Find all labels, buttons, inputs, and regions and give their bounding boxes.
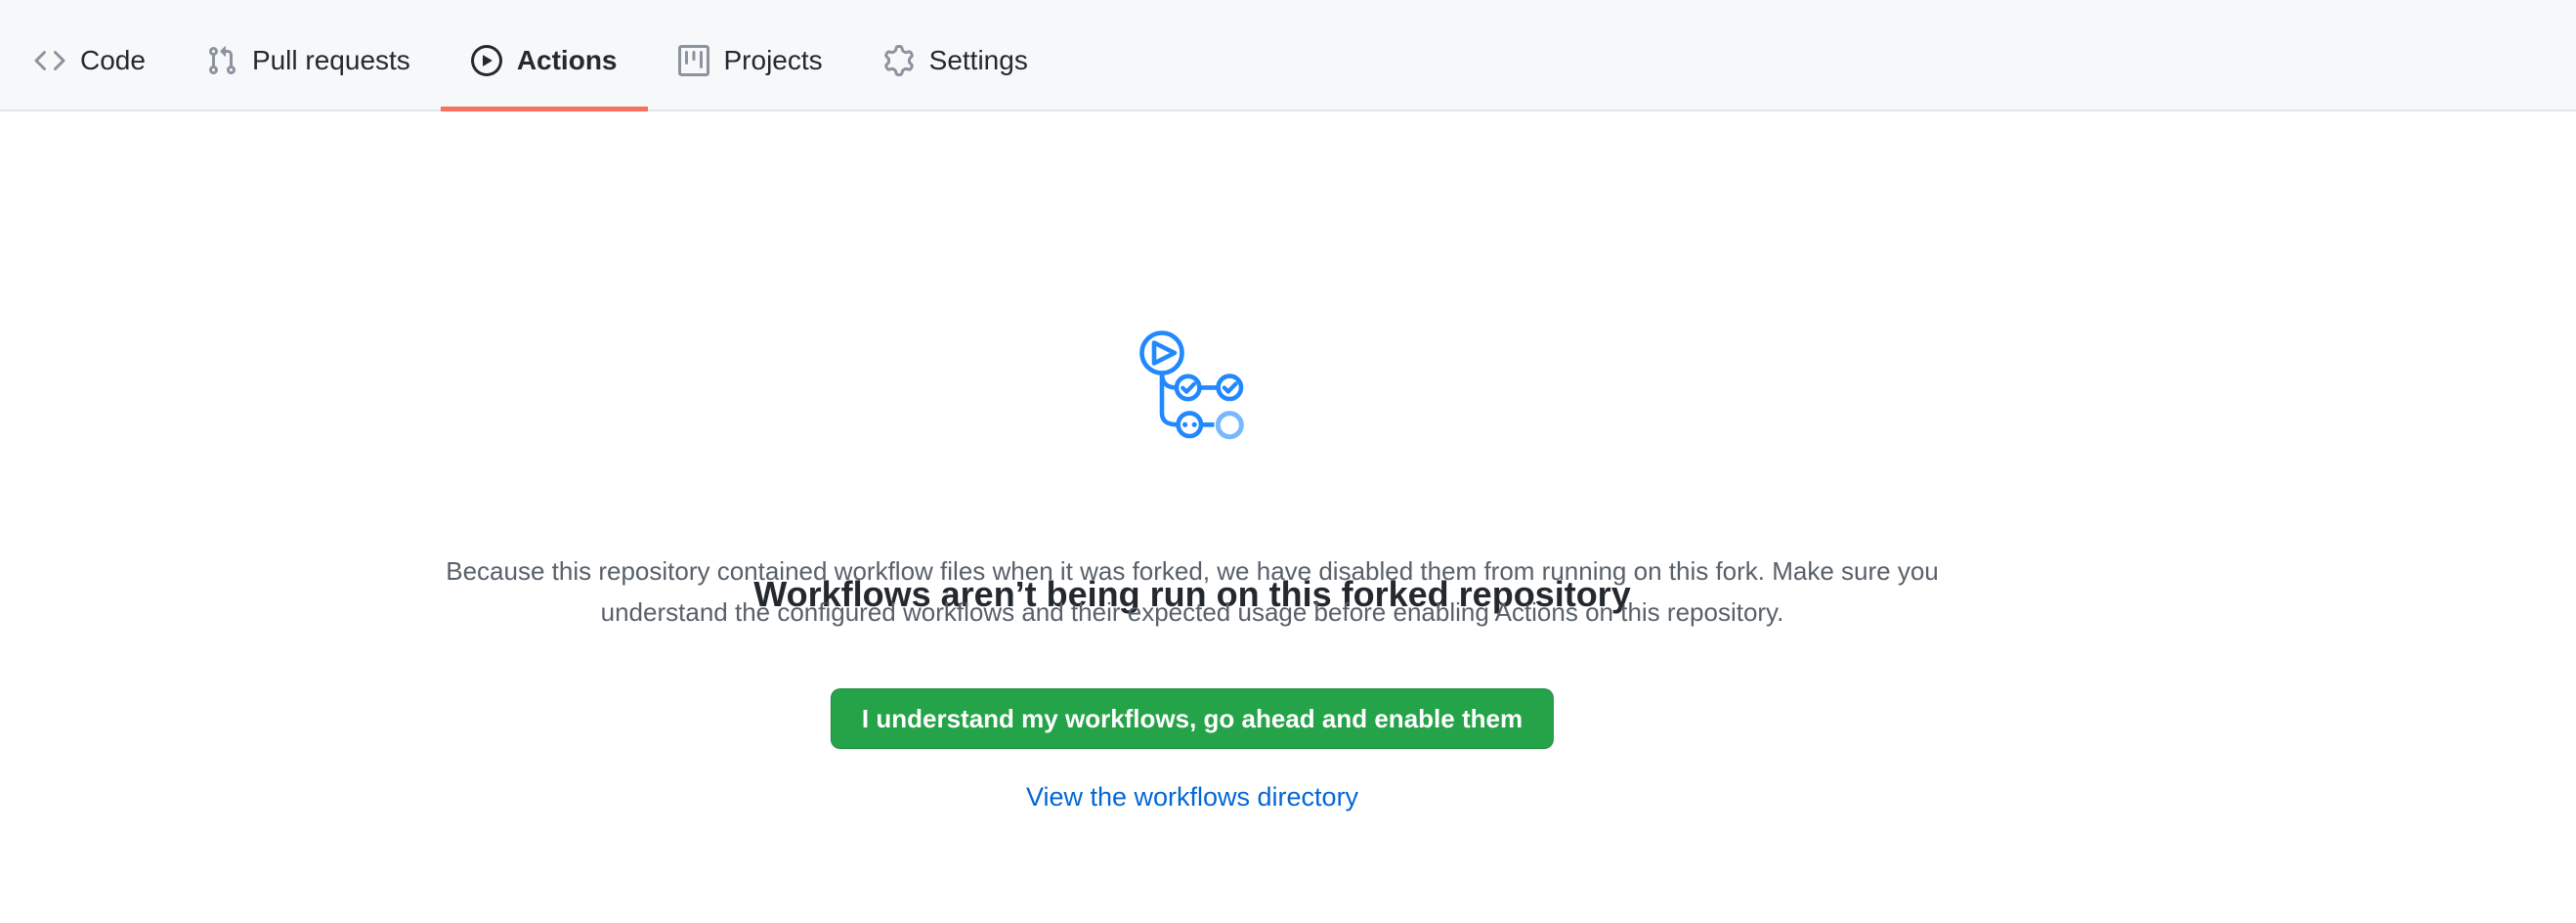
workflow-icon xyxy=(1138,328,1247,441)
play-circle-icon xyxy=(471,45,502,76)
project-icon xyxy=(678,45,709,76)
tab-settings[interactable]: Settings xyxy=(853,12,1058,110)
tab-code-label: Code xyxy=(80,47,146,74)
tab-pull-requests[interactable]: Pull requests xyxy=(176,12,441,110)
tab-projects-label: Projects xyxy=(724,47,823,74)
blankslate-description: Because this repository contained workfl… xyxy=(395,550,1990,633)
tab-actions[interactable]: Actions xyxy=(441,12,648,110)
tab-actions-label: Actions xyxy=(517,47,618,74)
view-workflows-directory-link[interactable]: View the workflows directory xyxy=(1026,782,1358,812)
repo-tab-nav: Code Pull requests Actions Projects Sett… xyxy=(0,0,2576,111)
gear-icon xyxy=(883,45,915,76)
workflows-link-row: View the workflows directory xyxy=(395,776,1990,817)
tab-projects[interactable]: Projects xyxy=(648,12,853,110)
enable-workflows-button[interactable]: I understand my workflows, go ahead and … xyxy=(831,688,1554,749)
actions-blankslate: Workflows aren’t being run on this forke… xyxy=(395,113,1990,915)
tab-settings-label: Settings xyxy=(929,47,1028,74)
tab-pull-requests-label: Pull requests xyxy=(252,47,410,74)
git-pull-request-icon xyxy=(206,45,237,76)
code-icon xyxy=(34,45,65,76)
tab-code[interactable]: Code xyxy=(4,12,176,110)
